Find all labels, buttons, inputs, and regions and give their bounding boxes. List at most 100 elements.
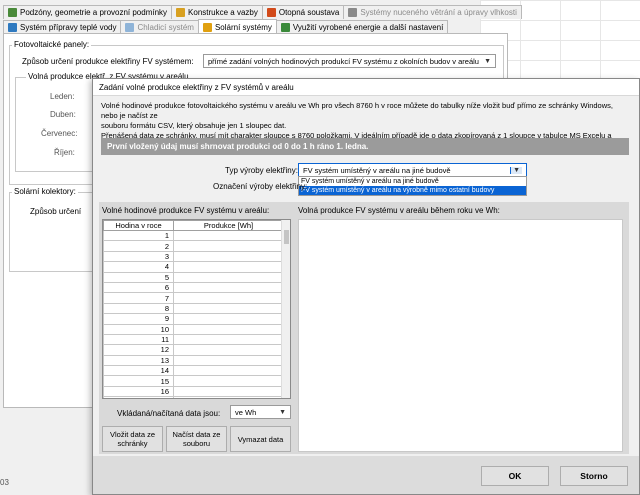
tab-icon — [8, 8, 17, 17]
hour-cell[interactable]: 6 — [103, 281, 174, 294]
tab-icon — [125, 23, 135, 32]
tab-tabs1-1[interactable]: Konstrukce a vazby — [171, 5, 263, 19]
month-label-duben: Duben: — [50, 110, 76, 119]
tab-icon — [8, 23, 17, 32]
production-cell[interactable] — [173, 333, 284, 346]
production-cell[interactable] — [173, 261, 284, 273]
table-row[interactable]: 17 — [103, 396, 284, 398]
month-label-rijen: Říjen: — [54, 148, 75, 157]
warning-banner: První vložený údaj musí shrnovat produkc… — [101, 138, 629, 155]
production-cell[interactable] — [173, 344, 284, 356]
table-row[interactable]: 5 — [103, 271, 284, 283]
scrollbar-thumb[interactable] — [284, 230, 289, 244]
hour-cell[interactable]: 2 — [103, 240, 174, 252]
production-cell[interactable] — [173, 302, 284, 315]
production-cell[interactable] — [173, 271, 284, 283]
tab-tabs2-0[interactable]: Systém přípravy teplé vody — [3, 20, 122, 34]
side-fragment: 03 — [0, 478, 9, 487]
table-row[interactable]: 2 — [103, 240, 284, 252]
production-cell[interactable] — [173, 250, 284, 263]
production-cell[interactable] — [173, 375, 284, 387]
units-label: Vkládaná/načítaná data jsou: — [117, 409, 221, 418]
production-cell[interactable] — [173, 365, 284, 377]
tab-row-2: Systém přípravy teplé vody Chladicí systé… — [3, 19, 483, 34]
tab-label: Solární systémy — [214, 22, 272, 32]
type-dropdown-list: FV systém umístěný v areálu na jiné budo… — [298, 176, 527, 196]
units-dropdown[interactable]: ve Wh ▼ — [230, 405, 291, 419]
table-row[interactable]: 3 — [103, 250, 284, 263]
table-row[interactable]: 7 — [103, 292, 284, 304]
fve-method-label: Způsob určení produkce elektřiny FV syst… — [22, 57, 194, 66]
hour-cell[interactable]: 4 — [103, 261, 174, 273]
table-row[interactable]: 14 — [103, 365, 284, 377]
solar-method-label: Způsob určení — [30, 207, 82, 216]
hour-cell[interactable]: 10 — [103, 323, 174, 335]
table-row[interactable]: 11 — [103, 333, 284, 346]
table-row[interactable]: 16 — [103, 385, 284, 398]
column-header-production: Produkce [Wh] — [173, 220, 284, 231]
tab-tabs2-1[interactable]: Chladicí systém — [120, 20, 199, 34]
type-label: Typ výroby elektřiny: — [225, 166, 298, 175]
production-cell[interactable] — [173, 396, 284, 398]
type-dropdown[interactable]: FV systém umístěný v areálu na jiné budo… — [298, 163, 527, 177]
hour-cell[interactable]: 12 — [103, 344, 174, 356]
production-cell[interactable] — [173, 385, 284, 398]
production-cell[interactable] — [173, 292, 284, 304]
table-row[interactable]: 1 — [103, 229, 284, 242]
units-value: ve Wh — [235, 407, 257, 417]
table-row[interactable]: 15 — [103, 375, 284, 387]
paste-button[interactable]: Vložit data ze schránky — [102, 426, 163, 452]
production-cell[interactable] — [173, 229, 284, 242]
table-row[interactable]: 6 — [103, 281, 284, 294]
table-row[interactable]: 9 — [103, 313, 284, 325]
production-cell[interactable] — [173, 313, 284, 325]
tab-label: Otopná soustava — [278, 8, 340, 17]
month-label-leden: Leden: — [50, 92, 75, 101]
solar-group-label: Solární kolektory: — [12, 187, 78, 196]
production-cell[interactable] — [173, 323, 284, 335]
tab-tabs1-2[interactable]: Otopná soustava — [261, 5, 345, 19]
hour-cell[interactable]: 3 — [103, 250, 174, 263]
tab-tabs1-3[interactable]: Systémy nuceného větrání a úpravy vlhkos… — [343, 5, 522, 19]
tab-label: Systém přípravy teplé vody — [20, 23, 117, 32]
table-scrollbar[interactable] — [281, 220, 290, 398]
production-cell[interactable] — [173, 240, 284, 252]
load-file-button[interactable]: Načíst data ze souboru — [166, 426, 227, 452]
hourly-table[interactable]: Hodina v roce Produkce [Wh] 1 2 3 4 5 6 7 8 9 10 1… — [102, 219, 291, 399]
table-row[interactable]: 13 — [103, 354, 284, 367]
table-row[interactable]: 12 — [103, 344, 284, 356]
fve-method-value: přímé zadání volných hodinových produkcí… — [208, 56, 479, 66]
dialog-title: Zadání volné produkce elektřiny z FV sys… — [93, 79, 639, 96]
tab-tabs2-2[interactable]: Solární systémy — [197, 19, 277, 34]
tab-tabs1-0[interactable]: Podzóny, geometrie a provozní podmínky — [3, 5, 173, 19]
production-cell[interactable] — [173, 281, 284, 294]
fve-method-dropdown[interactable]: přímé zadání volných hodinových produkcí… — [203, 54, 496, 68]
hour-cell[interactable]: 11 — [103, 333, 174, 346]
table-row[interactable]: 10 — [103, 323, 284, 335]
hour-cell[interactable]: 17 — [103, 396, 174, 398]
designation-label: Označení výroby elektřiny: — [213, 182, 308, 191]
table-row[interactable]: 4 — [103, 261, 284, 273]
hour-cell[interactable]: 15 — [103, 375, 174, 387]
type-option-standalone[interactable]: FV systém umístěný v areálu na výrobně m… — [299, 186, 526, 195]
hour-cell[interactable]: 13 — [103, 354, 174, 367]
type-option-other-building[interactable]: FV systém umístěný v areálu na jiné budo… — [299, 177, 526, 186]
hour-cell[interactable]: 9 — [103, 313, 174, 325]
table-row[interactable]: 8 — [103, 302, 284, 315]
hour-cell[interactable]: 14 — [103, 365, 174, 377]
hour-cell[interactable]: 7 — [103, 292, 174, 304]
tab-icon — [176, 8, 186, 17]
hour-cell[interactable]: 16 — [103, 385, 174, 398]
production-cell[interactable] — [173, 354, 284, 367]
tab-icon — [280, 23, 290, 32]
tab-tabs2-3[interactable]: Využití vyrobené energie a další nastave… — [275, 20, 449, 34]
ok-button[interactable]: OK — [481, 466, 549, 486]
fve-group-label: Fotovoltaické panely: — [12, 40, 92, 49]
right-panel-label: Volná produkce FV systému v areálu během… — [298, 206, 500, 215]
production-chart — [298, 219, 623, 452]
clear-data-button[interactable]: Vymazat data — [230, 426, 291, 452]
hour-cell[interactable]: 1 — [103, 229, 174, 242]
cancel-button[interactable]: Storno — [560, 466, 628, 486]
hour-cell[interactable]: 5 — [103, 271, 174, 283]
hour-cell[interactable]: 8 — [103, 302, 174, 315]
